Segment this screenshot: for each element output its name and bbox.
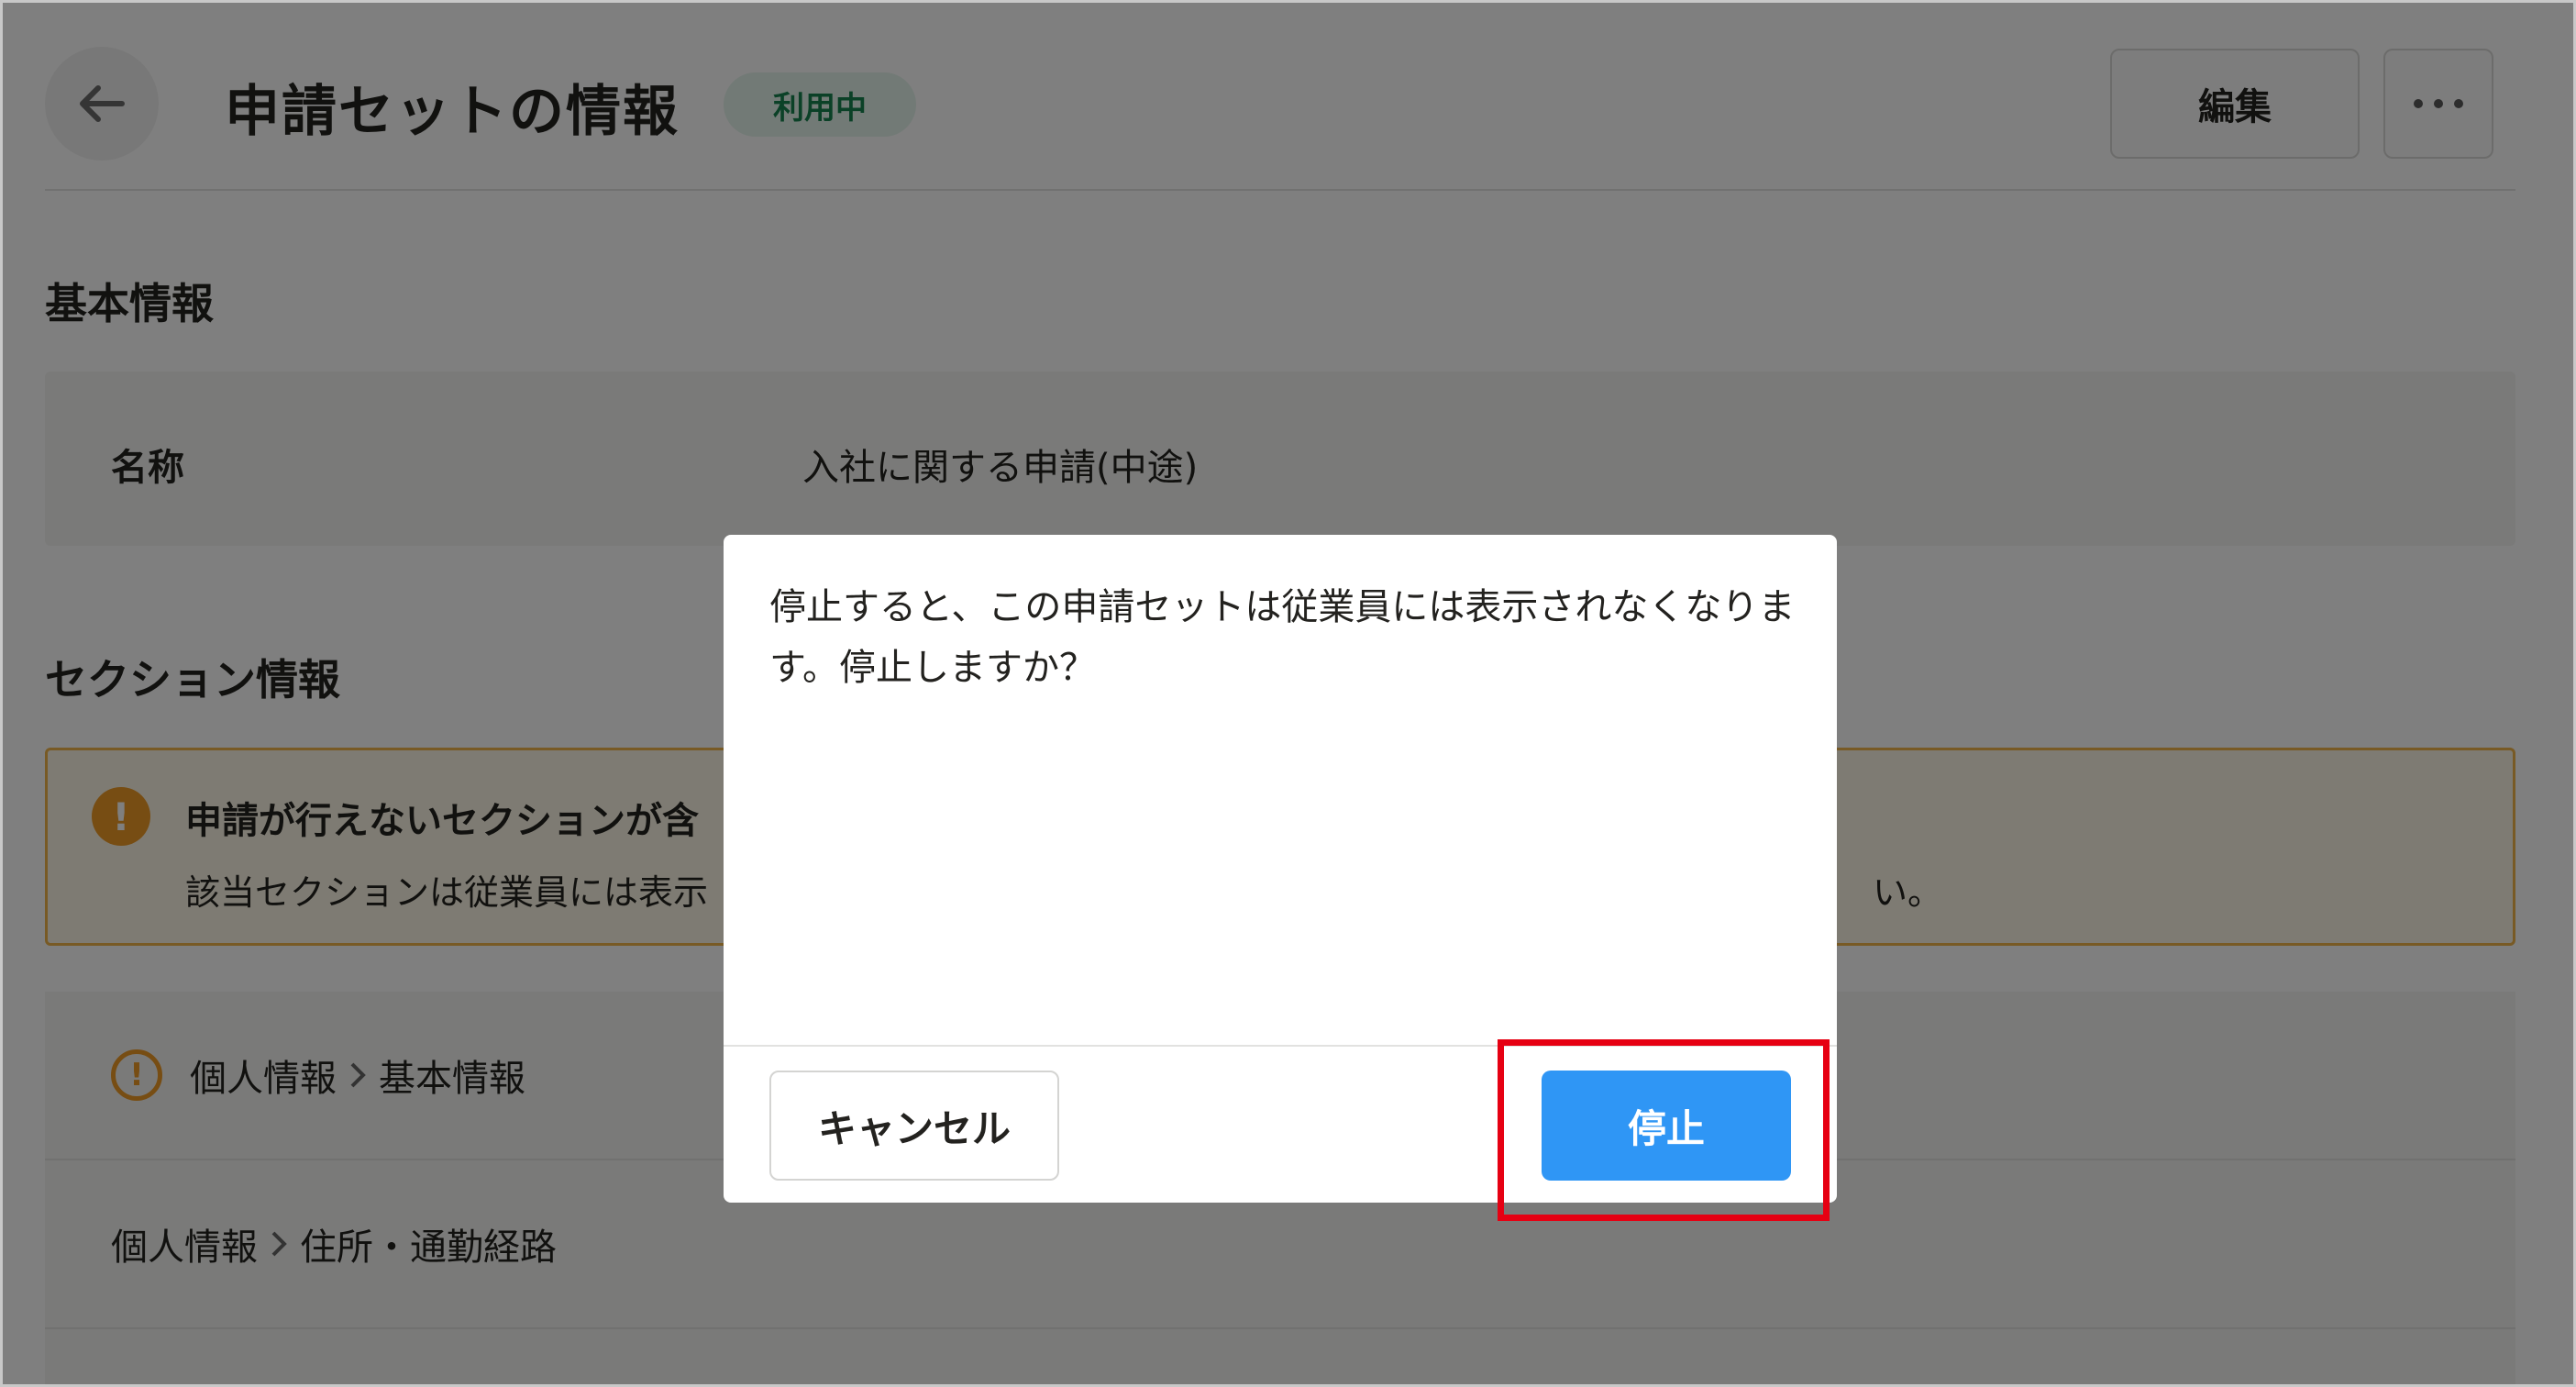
app-frame: 申請セットの情報 利用中 編集 基本情報 名称 入社に関する申請(中途) セクシ… <box>0 0 2576 1387</box>
cancel-button[interactable]: キャンセル <box>769 1071 1059 1181</box>
dialog-message: 停止すると、この申請セットは従業員には表示されなくなります。停止しますか？ <box>769 586 1796 689</box>
highlight-annotation <box>1498 1039 1830 1221</box>
